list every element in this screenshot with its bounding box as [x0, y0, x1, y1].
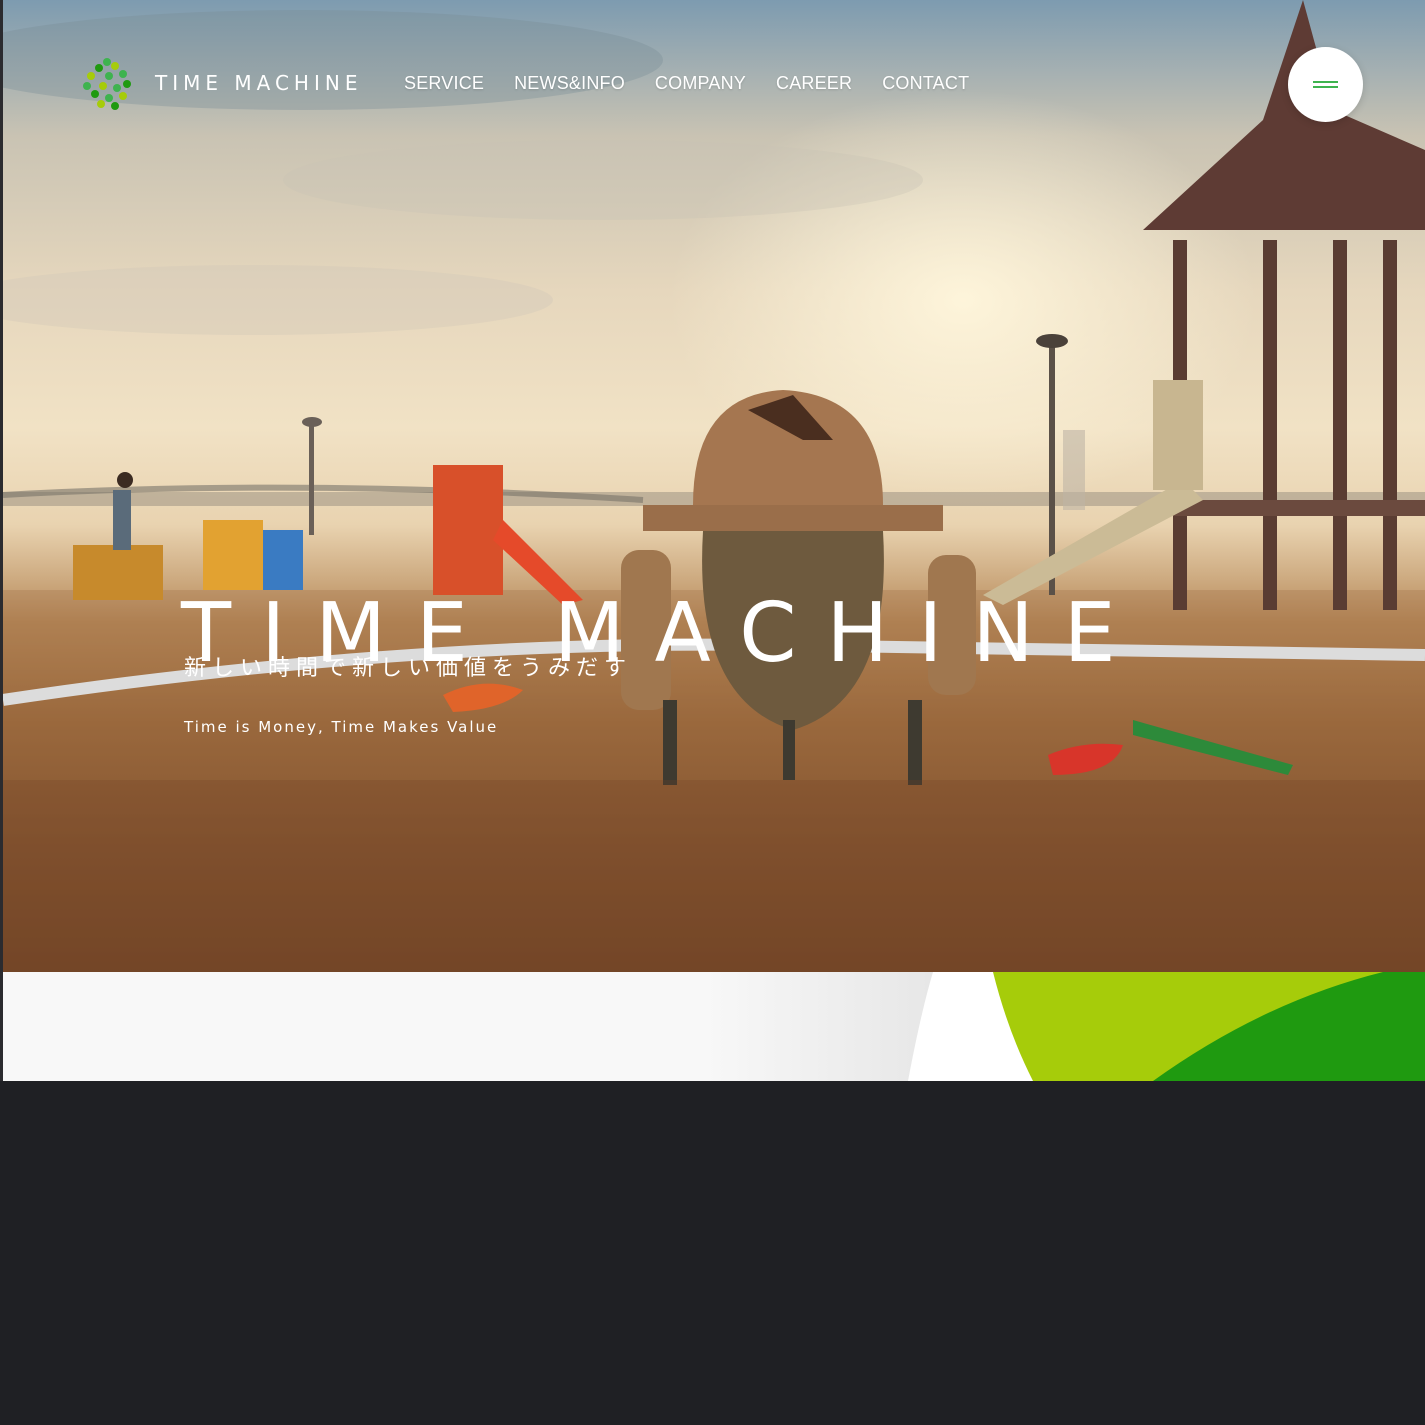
- nav-career[interactable]: CAREER: [776, 73, 852, 94]
- transition-band: [3, 972, 1425, 1081]
- menu-button[interactable]: [1288, 47, 1363, 122]
- main-nav: SERVICE NEWS&INFO COMPANY CAREER CONTACT: [404, 73, 999, 94]
- brand-logo[interactable]: TIME MACHINE: [83, 56, 362, 110]
- nav-news-info[interactable]: NEWS&INFO: [514, 73, 625, 94]
- hamburger-icon: [1313, 81, 1338, 83]
- dark-section: [0, 1081, 1425, 1425]
- hero-background-image: [3, 0, 1425, 972]
- clover-dots-logo-icon: [83, 58, 131, 110]
- green-wave-graphic: [703, 972, 1425, 1081]
- hero-tagline-en: Time is Money, Time Makes Value: [184, 718, 499, 736]
- nav-company[interactable]: COMPANY: [655, 73, 746, 94]
- hero-section: TIME MACHINE SERVICE NEWS&INFO COMPANY C…: [3, 0, 1425, 972]
- brand-name: TIME MACHINE: [155, 71, 363, 95]
- nav-contact[interactable]: CONTACT: [882, 73, 969, 94]
- hero-tagline-jp: 新しい時間で新しい価値をうみだす: [184, 656, 633, 681]
- nav-service[interactable]: SERVICE: [404, 73, 484, 94]
- hamburger-icon-bar: [1313, 86, 1338, 88]
